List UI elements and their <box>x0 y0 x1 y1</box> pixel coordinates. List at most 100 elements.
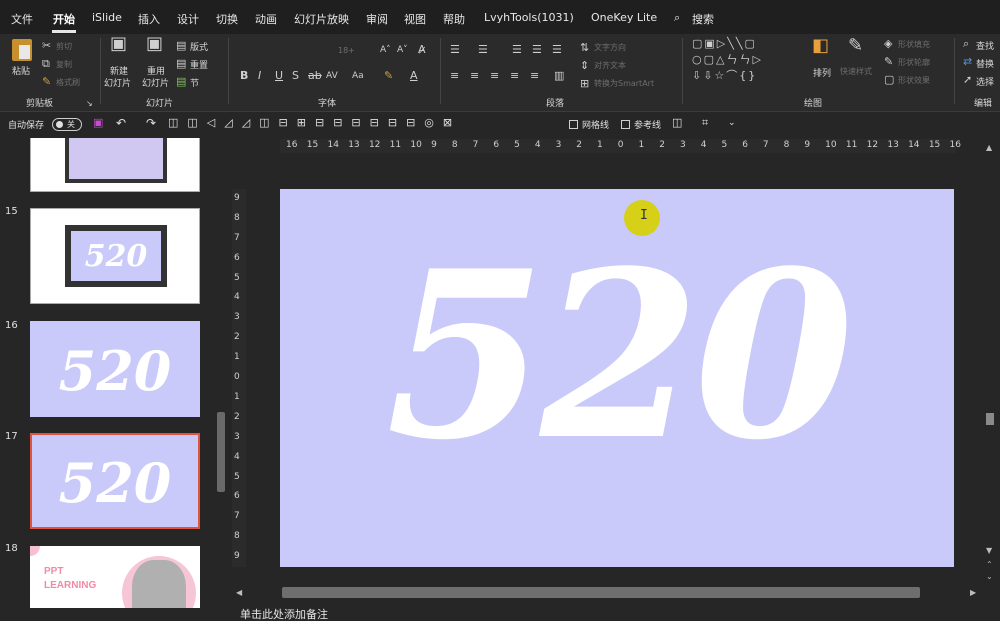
new-slide-icon[interactable]: ▣ <box>110 35 127 53</box>
redo-icon[interactable]: ↷ <box>146 116 156 130</box>
horizontal-scrollbar[interactable] <box>282 587 920 598</box>
quick-styles-icon[interactable]: ✎ <box>848 37 863 55</box>
undo-icon[interactable]: ↶ <box>116 116 126 130</box>
menu-review[interactable]: 审阅 <box>366 11 388 27</box>
gridlines-label[interactable]: 网格线 <box>582 118 609 131</box>
copy-icon[interactable]: ⧉ <box>42 58 50 70</box>
shrink-font-icon[interactable]: A˅ <box>397 44 408 56</box>
menu-help[interactable]: 帮助 <box>443 11 465 27</box>
menu-slideshow[interactable]: 幻灯片放映 <box>294 11 349 27</box>
shape-outline-icon[interactable]: ✎ <box>884 56 893 68</box>
copy-label[interactable]: 复制 <box>56 59 72 70</box>
layout-icon[interactable]: ▤ <box>176 40 186 52</box>
shape-effects-label[interactable]: 形状效果 <box>898 75 930 86</box>
dialog-launcher-icon[interactable]: ↘ <box>86 98 93 110</box>
save-icon[interactable]: ▣ <box>93 116 103 129</box>
cut-label[interactable]: 剪切 <box>56 41 72 52</box>
increase-indent-icon[interactable]: ☰ <box>532 44 542 56</box>
scroll-right-icon[interactable]: ▶ <box>970 588 976 597</box>
columns-icon[interactable]: ▥ <box>554 70 564 82</box>
slide-thumbnail-18[interactable]: PPT LEARNING <box>30 546 200 608</box>
char-spacing-icon[interactable]: AV <box>326 70 338 82</box>
align-text-label[interactable]: 对齐文本 <box>594 60 626 71</box>
shape-effects-icon[interactable]: ▢ <box>884 74 894 86</box>
menu-view[interactable]: 视图 <box>404 11 426 27</box>
numbering-icon[interactable]: ☰ <box>478 44 488 56</box>
select-icon[interactable]: ➚ <box>963 74 972 86</box>
alignment-tools-icon[interactable]: ◫◫◁◿◿◫⊟⊞⊟⊟⊟⊟⊟⊟◎⊠ <box>168 116 461 129</box>
replace-icon[interactable]: ⇄ <box>963 56 972 68</box>
quick-styles-button[interactable]: 快速样式 <box>840 66 872 77</box>
thumbnail-scrollbar[interactable] <box>217 412 225 492</box>
bold-icon[interactable]: B <box>240 70 248 82</box>
section-button[interactable]: 节 <box>190 76 199 89</box>
text-direction-icon[interactable]: ⇅ <box>580 42 589 54</box>
next-slide-icon[interactable]: ⌄ <box>986 572 993 581</box>
menu-lvyhtools[interactable]: LvyhTools(1031) <box>484 11 574 24</box>
section-icon[interactable]: ▤ <box>176 76 186 88</box>
find-icon[interactable]: ⌕ <box>963 38 969 50</box>
shape-fill-label[interactable]: 形状填充 <box>898 39 930 50</box>
smartart-icon[interactable]: ⊞ <box>580 78 589 90</box>
line-spacing-icon[interactable]: ☰ <box>552 44 562 56</box>
shape-fill-icon[interactable]: ◈ <box>884 38 892 50</box>
customize-qat-icon[interactable]: ⌄ <box>728 118 736 128</box>
paste-button[interactable]: 粘贴 <box>12 64 30 77</box>
arrange-icon[interactable]: ◧ <box>812 37 829 55</box>
menu-animations[interactable]: 动画 <box>255 11 277 27</box>
align-center-icon[interactable]: ≡ <box>470 70 479 82</box>
grow-font-icon[interactable]: A˄ <box>380 44 391 56</box>
reuse-slide-icon[interactable]: ▣ <box>146 35 163 53</box>
highlight-icon[interactable]: ✎ <box>384 70 393 82</box>
shape-outline-label[interactable]: 形状轮廓 <box>898 57 930 68</box>
search-label[interactable]: 搜索 <box>692 11 714 27</box>
distribute-icon[interactable]: ≡ <box>530 70 539 82</box>
menu-onekey[interactable]: OneKey Lite <box>591 11 657 24</box>
shadow-icon[interactable]: S <box>292 70 299 82</box>
guides-checkbox[interactable] <box>621 120 630 129</box>
vertical-scrollbar[interactable] <box>985 155 995 585</box>
menu-home[interactable]: 开始 <box>53 11 75 27</box>
find-button[interactable]: 查找 <box>976 39 994 52</box>
reset-icon[interactable]: ▤ <box>176 58 186 70</box>
slide-thumbnail-17[interactable]: 520 <box>30 433 200 529</box>
text-direction-label[interactable]: 文字方向 <box>594 42 626 53</box>
slide-thumbnail-15[interactable]: 520 <box>30 208 200 304</box>
font-size-box[interactable]: 18+ <box>338 46 355 55</box>
arrange-button[interactable]: 排列 <box>813 66 831 79</box>
strikethrough-icon[interactable]: ab <box>308 70 322 82</box>
menu-islide[interactable]: iSlide <box>92 11 122 24</box>
crop-icon[interactable]: ⌗ <box>702 116 708 130</box>
view-toggle-icon[interactable]: ◫ <box>672 116 682 129</box>
underline-icon[interactable]: U <box>275 70 283 82</box>
bullets-icon[interactable]: ☰ <box>450 44 460 56</box>
change-case-icon[interactable]: Aa <box>352 70 364 82</box>
replace-button[interactable]: 替换 <box>976 57 994 70</box>
guides-label[interactable]: 参考线 <box>634 118 661 131</box>
font-color-icon[interactable]: A <box>410 70 418 82</box>
slide-main-text[interactable]: 520 <box>280 241 954 471</box>
scroll-left-icon[interactable]: ◀ <box>236 588 242 597</box>
menu-transitions[interactable]: 切换 <box>216 11 238 27</box>
shapes-gallery-icon[interactable]: ▢▣▷╲╲▢ <box>692 38 757 50</box>
clear-format-icon[interactable]: A̷ <box>418 44 426 56</box>
autosave-toggle[interactable]: 关 <box>52 118 82 131</box>
gridlines-checkbox[interactable] <box>569 120 578 129</box>
new-slide-line2[interactable]: 幻灯片 <box>104 76 131 89</box>
vertical-scroll-thumb[interactable] <box>986 413 994 425</box>
layout-button[interactable]: 版式 <box>190 40 208 53</box>
cut-icon[interactable]: ✂ <box>42 40 51 52</box>
paste-icon[interactable] <box>12 39 32 61</box>
search-icon[interactable]: ⌕ <box>674 11 680 25</box>
select-button[interactable]: 选择 <box>976 75 994 88</box>
scroll-down-icon[interactable]: ▼ <box>986 546 992 555</box>
menu-design[interactable]: 设计 <box>177 11 199 27</box>
slide-thumbnail-14[interactable] <box>30 138 200 192</box>
notes-placeholder[interactable]: 单击此处添加备注 <box>240 606 328 621</box>
justify-icon[interactable]: ≡ <box>510 70 519 82</box>
align-text-icon[interactable]: ⇕ <box>580 60 589 72</box>
menu-file[interactable]: 文件 <box>11 11 33 27</box>
align-left-icon[interactable]: ≡ <box>450 70 459 82</box>
format-painter-icon[interactable]: ✎ <box>42 76 51 88</box>
slide-canvas[interactable]: 520 <box>280 189 954 567</box>
